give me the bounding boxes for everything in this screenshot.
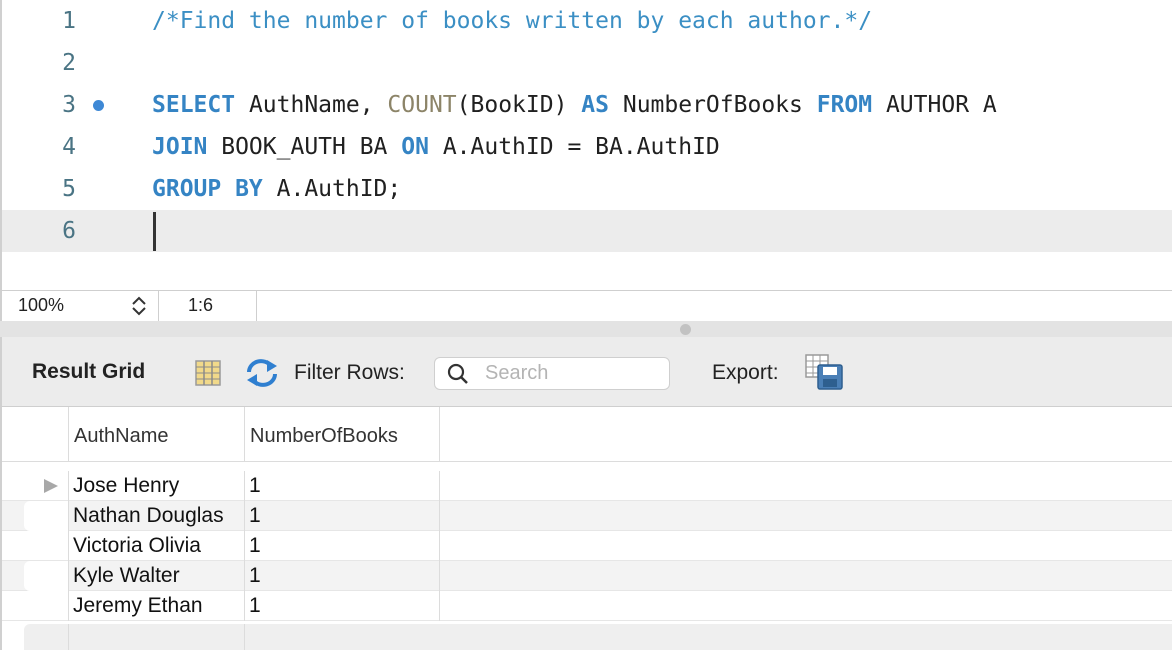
pane-splitter[interactable] bbox=[0, 321, 1172, 337]
search-icon bbox=[447, 363, 468, 384]
grid-view-icon[interactable] bbox=[194, 359, 222, 387]
table-cell[interactable]: 1 bbox=[244, 501, 440, 531]
line-number: 5 bbox=[62, 176, 76, 202]
line-number: 4 bbox=[62, 134, 76, 160]
table-cell[interactable]: 1 bbox=[244, 471, 440, 501]
code-line[interactable]: 4 JOIN BOOK_AUTH BA ON A.AuthID = BA.Aut… bbox=[2, 126, 1172, 168]
table-row[interactable]: Jeremy Ethan 1 bbox=[2, 591, 1172, 621]
code-text: SELECT AuthName, COUNT(BookID) AS Number… bbox=[152, 84, 997, 126]
table-row[interactable]: Victoria Olivia 1 bbox=[2, 531, 1172, 561]
column-header-label: NumberOfBooks bbox=[250, 425, 398, 447]
cell-value: Jeremy Ethan bbox=[73, 594, 203, 617]
result-grid-title: Result Grid bbox=[32, 360, 146, 383]
header-divider bbox=[2, 461, 1172, 462]
sql-text: A.AuthID; bbox=[262, 176, 402, 202]
cell-value: Jose Henry bbox=[73, 474, 180, 497]
sql-keyword: AS bbox=[581, 92, 609, 118]
column-divider bbox=[244, 624, 245, 650]
code-line[interactable]: 5 GROUP BY A.AuthID; bbox=[2, 168, 1172, 210]
cell-value: 1 bbox=[249, 474, 261, 497]
filter-search-box[interactable] bbox=[434, 357, 670, 390]
code-text: GROUP BY A.AuthID; bbox=[152, 168, 401, 210]
current-row-arrow-icon bbox=[44, 479, 58, 493]
result-grid[interactable]: AuthName NumberOfBooks Jose Henry 1 Nath… bbox=[0, 407, 1172, 650]
cell-value: Kyle Walter bbox=[73, 564, 180, 587]
empty-row[interactable] bbox=[24, 624, 1172, 650]
sql-text: A.AuthID = BA.AuthID bbox=[428, 134, 720, 160]
table-cell[interactable]: Victoria Olivia bbox=[68, 531, 245, 561]
result-toolbar: Result Grid Filter Rows: Export: bbox=[0, 337, 1172, 407]
table-cell[interactable]: 1 bbox=[244, 531, 440, 561]
sql-text: (BookID) bbox=[456, 92, 582, 118]
filter-rows-label: Filter Rows: bbox=[294, 361, 405, 384]
cell-value: Victoria Olivia bbox=[73, 534, 201, 557]
table-cell[interactable]: Jeremy Ethan bbox=[68, 591, 245, 621]
text-caret bbox=[153, 212, 156, 251]
column-divider bbox=[68, 624, 69, 650]
code-line[interactable]: 1 /*Find the number of books written by … bbox=[2, 0, 1172, 42]
table-row[interactable]: Nathan Douglas 1 bbox=[2, 501, 1172, 531]
column-header-numberofbooks[interactable]: NumberOfBooks bbox=[244, 407, 440, 461]
sql-keyword: GROUP BY bbox=[152, 176, 263, 202]
sql-keyword: ON bbox=[401, 134, 429, 160]
splitter-handle[interactable] bbox=[680, 324, 691, 335]
zoom-level: 100% bbox=[18, 295, 65, 315]
column-header-label: AuthName bbox=[74, 425, 169, 447]
line-number: 6 bbox=[62, 218, 76, 244]
table-cell[interactable]: Jose Henry bbox=[68, 471, 245, 501]
editor-status-bar: 100% 1:6 bbox=[0, 290, 1172, 321]
statement-marker-icon[interactable] bbox=[93, 100, 104, 111]
line-number: 2 bbox=[62, 50, 76, 76]
line-number: 1 bbox=[62, 8, 76, 34]
sql-editor[interactable]: 1 /*Find the number of books written by … bbox=[0, 0, 1172, 290]
code-text: /*Find the number of books written by ea… bbox=[152, 0, 872, 42]
sql-text: BOOK_AUTH BA bbox=[207, 134, 402, 160]
chevron-updown-icon[interactable] bbox=[130, 295, 148, 317]
table-cell[interactable]: Nathan Douglas bbox=[68, 501, 245, 531]
table-cell[interactable]: Kyle Walter bbox=[68, 561, 245, 591]
code-text: JOIN BOOK_AUTH BA ON A.AuthID = BA.AuthI… bbox=[152, 126, 720, 168]
sql-text: AuthName, bbox=[235, 92, 388, 118]
row-gutter bbox=[24, 561, 68, 591]
code-line-current[interactable]: 6 bbox=[2, 210, 1172, 252]
line-number: 3 bbox=[62, 92, 76, 118]
sql-keyword: SELECT bbox=[152, 92, 236, 118]
table-cell[interactable]: 1 bbox=[244, 561, 440, 591]
cursor-position: 1:6 bbox=[158, 291, 257, 321]
export-icon[interactable] bbox=[804, 353, 844, 391]
cell-value: 1 bbox=[249, 534, 261, 557]
code-line[interactable]: 3 SELECT AuthName, COUNT(BookID) AS Numb… bbox=[2, 84, 1172, 126]
code-line[interactable]: 2 bbox=[2, 42, 1172, 84]
table-row[interactable]: Kyle Walter 1 bbox=[2, 561, 1172, 591]
cell-value: 1 bbox=[249, 564, 261, 587]
sql-text: NumberOfBooks bbox=[609, 92, 817, 118]
table-cell[interactable]: 1 bbox=[244, 591, 440, 621]
cell-value: Nathan Douglas bbox=[73, 504, 224, 527]
refresh-icon[interactable] bbox=[245, 358, 279, 388]
sql-keyword: JOIN bbox=[152, 134, 208, 160]
cursor-position-text: 1:6 bbox=[188, 295, 214, 315]
row-gutter bbox=[24, 501, 68, 531]
cell-value: 1 bbox=[249, 594, 261, 617]
cell-value: 1 bbox=[249, 504, 261, 527]
sql-function: COUNT bbox=[387, 92, 457, 118]
export-label: Export: bbox=[712, 361, 779, 384]
sql-comment: /*Find the number of books written by ea… bbox=[152, 8, 873, 34]
table-row[interactable]: Jose Henry 1 bbox=[2, 471, 1172, 501]
search-input[interactable] bbox=[485, 361, 660, 386]
column-header-authname[interactable]: AuthName bbox=[68, 407, 245, 461]
sql-text: AUTHOR A bbox=[872, 92, 997, 118]
sql-keyword: FROM bbox=[816, 92, 873, 118]
zoom-control[interactable]: 100% bbox=[2, 291, 159, 321]
